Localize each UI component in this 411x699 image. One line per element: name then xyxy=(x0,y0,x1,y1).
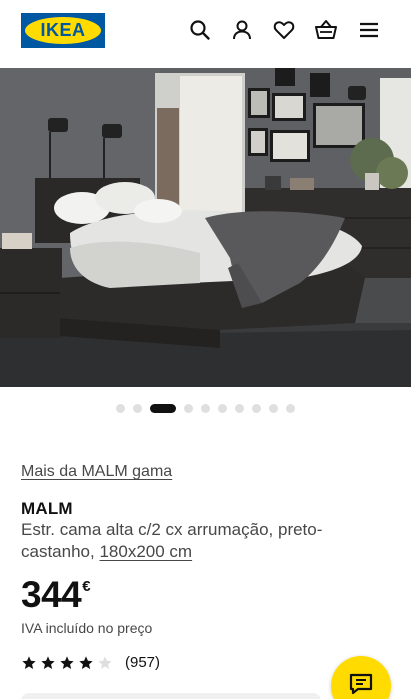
star-filled-icon xyxy=(79,655,93,669)
carousel-dot[interactable] xyxy=(269,403,278,413)
price: 344 € xyxy=(21,574,91,616)
basket-icon[interactable] xyxy=(313,17,339,43)
size-link[interactable]: 180x200 cm xyxy=(99,542,192,561)
range-link[interactable]: Mais da MALM gama xyxy=(21,463,172,481)
price-integer: 344 xyxy=(21,574,82,615)
star-filled-icon xyxy=(22,655,36,669)
rating-stars xyxy=(21,655,113,671)
carousel-dot[interactable] xyxy=(235,403,244,413)
star-filled-icon xyxy=(41,655,55,669)
product-description: Estr. cama alta c/2 cx arrumação, preto-… xyxy=(21,519,391,563)
carousel-dot[interactable] xyxy=(252,403,261,413)
carousel-dot[interactable] xyxy=(201,403,210,413)
price-currency: € xyxy=(82,578,91,595)
search-icon[interactable] xyxy=(187,17,213,43)
product-name: MALM xyxy=(21,499,73,518)
rating[interactable]: (957) xyxy=(21,654,160,671)
logo-text: IKEA xyxy=(40,20,86,40)
carousel-dot[interactable] xyxy=(184,403,193,413)
carousel-dots xyxy=(0,403,411,413)
carousel-dot[interactable] xyxy=(116,403,125,413)
top-bar: IKEA xyxy=(0,0,411,68)
menu-icon[interactable] xyxy=(356,17,382,43)
account-icon[interactable] xyxy=(229,17,255,43)
vat-note: IVA incluído no preço xyxy=(21,620,153,636)
carousel-dot[interactable] xyxy=(286,403,295,413)
product-image[interactable] xyxy=(0,68,411,387)
star-empty-icon xyxy=(98,655,112,669)
carousel-dot[interactable] xyxy=(133,403,142,413)
logo-oval: IKEA xyxy=(25,17,101,44)
carousel-dot[interactable] xyxy=(218,403,227,413)
chat-button[interactable] xyxy=(331,656,391,699)
heart-icon[interactable] xyxy=(271,17,297,43)
chat-icon xyxy=(349,673,373,699)
ikea-logo[interactable]: IKEA xyxy=(21,13,105,48)
star-filled-icon xyxy=(60,655,74,669)
carousel-dot-active[interactable] xyxy=(150,403,176,413)
review-count: (957) xyxy=(125,654,161,671)
bottom-panel-edge xyxy=(21,693,321,699)
